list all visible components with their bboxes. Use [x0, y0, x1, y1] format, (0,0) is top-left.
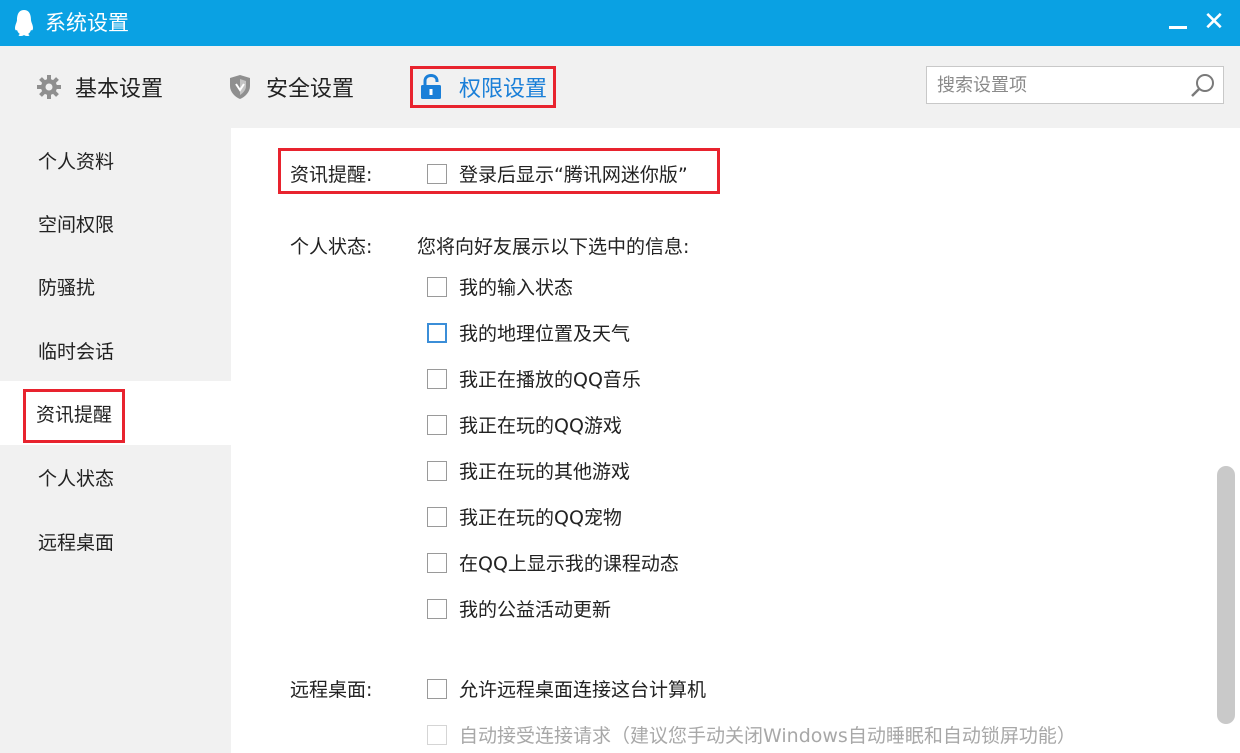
- checkbox-label: 我正在播放的QQ音乐: [459, 369, 641, 391]
- status-option-qq-pet[interactable]: 我正在玩的QQ宠物: [427, 503, 622, 530]
- sidebar-item-remote-desktop[interactable]: 远程桌面: [0, 511, 231, 575]
- checkbox-label: 我正在玩的其他游戏: [459, 461, 631, 483]
- sidebar-item-label: 个人状态: [38, 468, 115, 490]
- close-button[interactable]: ✕: [1196, 6, 1232, 38]
- sidebar-item-label: 防骚扰: [38, 277, 96, 299]
- checkbox-box: [427, 322, 447, 343]
- checkbox-label: 我的地理位置及天气: [459, 323, 631, 345]
- tab-label: 安全设置: [266, 77, 355, 102]
- sidebar-item-label: 资讯提醒: [23, 389, 126, 443]
- sidebar-item-label: 个人资料: [38, 151, 115, 173]
- sidebar-item-personal-status[interactable]: 个人状态: [0, 447, 231, 511]
- search-input[interactable]: [927, 67, 1177, 103]
- status-option-location-weather[interactable]: 我的地理位置及天气: [427, 319, 630, 346]
- checkbox-label: 在QQ上显示我的课程动态: [459, 553, 679, 575]
- status-option-course-activity[interactable]: 在QQ上显示我的课程动态: [427, 549, 679, 576]
- status-option-qq-music[interactable]: 我正在播放的QQ音乐: [427, 365, 641, 392]
- status-option-qq-game[interactable]: 我正在玩的QQ游戏: [427, 411, 622, 438]
- sidebar-item-profile[interactable]: 个人资料: [0, 130, 231, 194]
- sidebar-item-news-reminder[interactable]: 资讯提醒: [0, 381, 231, 445]
- window-title: 系统设置: [45, 11, 129, 35]
- checkbox-label: 我正在玩的QQ宠物: [459, 507, 622, 529]
- personal-status-label: 个人状态:: [290, 236, 373, 258]
- status-option-input-state[interactable]: 我的输入状态: [427, 273, 573, 300]
- tab-basic-settings[interactable]: 基本设置: [35, 66, 163, 108]
- sidebar-item-anti-harassment[interactable]: 防骚扰: [0, 256, 231, 320]
- checkbox-label: 自动接受连接请求（建议您手动关闭Windows自动睡眠和自动锁屏功能）: [459, 725, 1076, 747]
- remote-desktop-label: 远程桌面:: [290, 679, 373, 701]
- title-bar: 系统设置 ✕: [0, 0, 1240, 46]
- sidebar-item-label: 临时会话: [38, 341, 115, 363]
- tab-permission-settings[interactable]: 权限设置: [410, 66, 556, 108]
- settings-tabs-bar: 基本设置 安全设置 权限设置: [0, 46, 1240, 128]
- checkbox-box: [427, 368, 447, 389]
- settings-sidebar: 个人资料 空间权限 防骚扰 临时会话 资讯提醒 个人状态 远程桌面: [0, 128, 231, 753]
- checkbox-label: 登录后显示“腾讯网迷你版”: [459, 164, 688, 186]
- sidebar-item-label: 空间权限: [38, 214, 115, 236]
- checkbox-box: [427, 552, 447, 573]
- search-box: [926, 66, 1224, 104]
- personal-status-description: 您将向好友展示以下选中的信息:: [417, 236, 690, 258]
- checkbox-box: [427, 460, 447, 481]
- tab-label: 权限设置: [459, 77, 548, 102]
- lock-icon: [421, 73, 441, 99]
- shield-icon: [230, 75, 250, 99]
- checkbox-box: [427, 678, 447, 699]
- checkbox-label: 我正在玩的QQ游戏: [459, 415, 622, 437]
- checkbox-box: [427, 506, 447, 527]
- checkbox-box: [427, 276, 447, 297]
- gear-icon: [37, 75, 61, 99]
- minimize-button[interactable]: [1160, 6, 1196, 38]
- tab-security-settings[interactable]: 安全设置: [226, 66, 354, 108]
- checkbox-box: [427, 414, 447, 435]
- checkbox-label: 我的输入状态: [459, 277, 574, 299]
- checkbox-box: [427, 598, 447, 619]
- checkbox-label: 允许远程桌面连接这台计算机: [459, 679, 707, 701]
- status-option-other-game[interactable]: 我正在玩的其他游戏: [427, 457, 630, 484]
- settings-content: 资讯提醒: 登录后显示“腾讯网迷你版” 个人状态: 您将向好友展示以下选中的信息…: [231, 128, 1240, 753]
- checkbox-label: 我的公益活动更新: [459, 599, 612, 621]
- remote-desktop-allow-checkbox[interactable]: 允许远程桌面连接这台计算机: [427, 675, 706, 702]
- news-reminder-label: 资讯提醒:: [290, 164, 373, 186]
- checkbox-box: [427, 724, 447, 745]
- status-option-charity-update[interactable]: 我的公益活动更新: [427, 595, 611, 622]
- sidebar-item-space-permission[interactable]: 空间权限: [0, 193, 231, 257]
- qq-penguin-icon: [15, 10, 33, 36]
- vertical-scrollbar[interactable]: [1217, 466, 1235, 724]
- minimize-icon: [1169, 26, 1187, 29]
- checkbox-box: [427, 163, 447, 184]
- search-icon[interactable]: [1189, 72, 1217, 100]
- remote-desktop-auto-accept-checkbox: 自动接受连接请求（建议您手动关闭Windows自动睡眠和自动锁屏功能）: [427, 721, 1076, 748]
- sidebar-item-temp-session[interactable]: 临时会话: [0, 320, 231, 384]
- news-reminder-checkbox[interactable]: 登录后显示“腾讯网迷你版”: [427, 160, 688, 187]
- tab-label: 基本设置: [75, 77, 164, 102]
- sidebar-item-label: 远程桌面: [38, 532, 115, 554]
